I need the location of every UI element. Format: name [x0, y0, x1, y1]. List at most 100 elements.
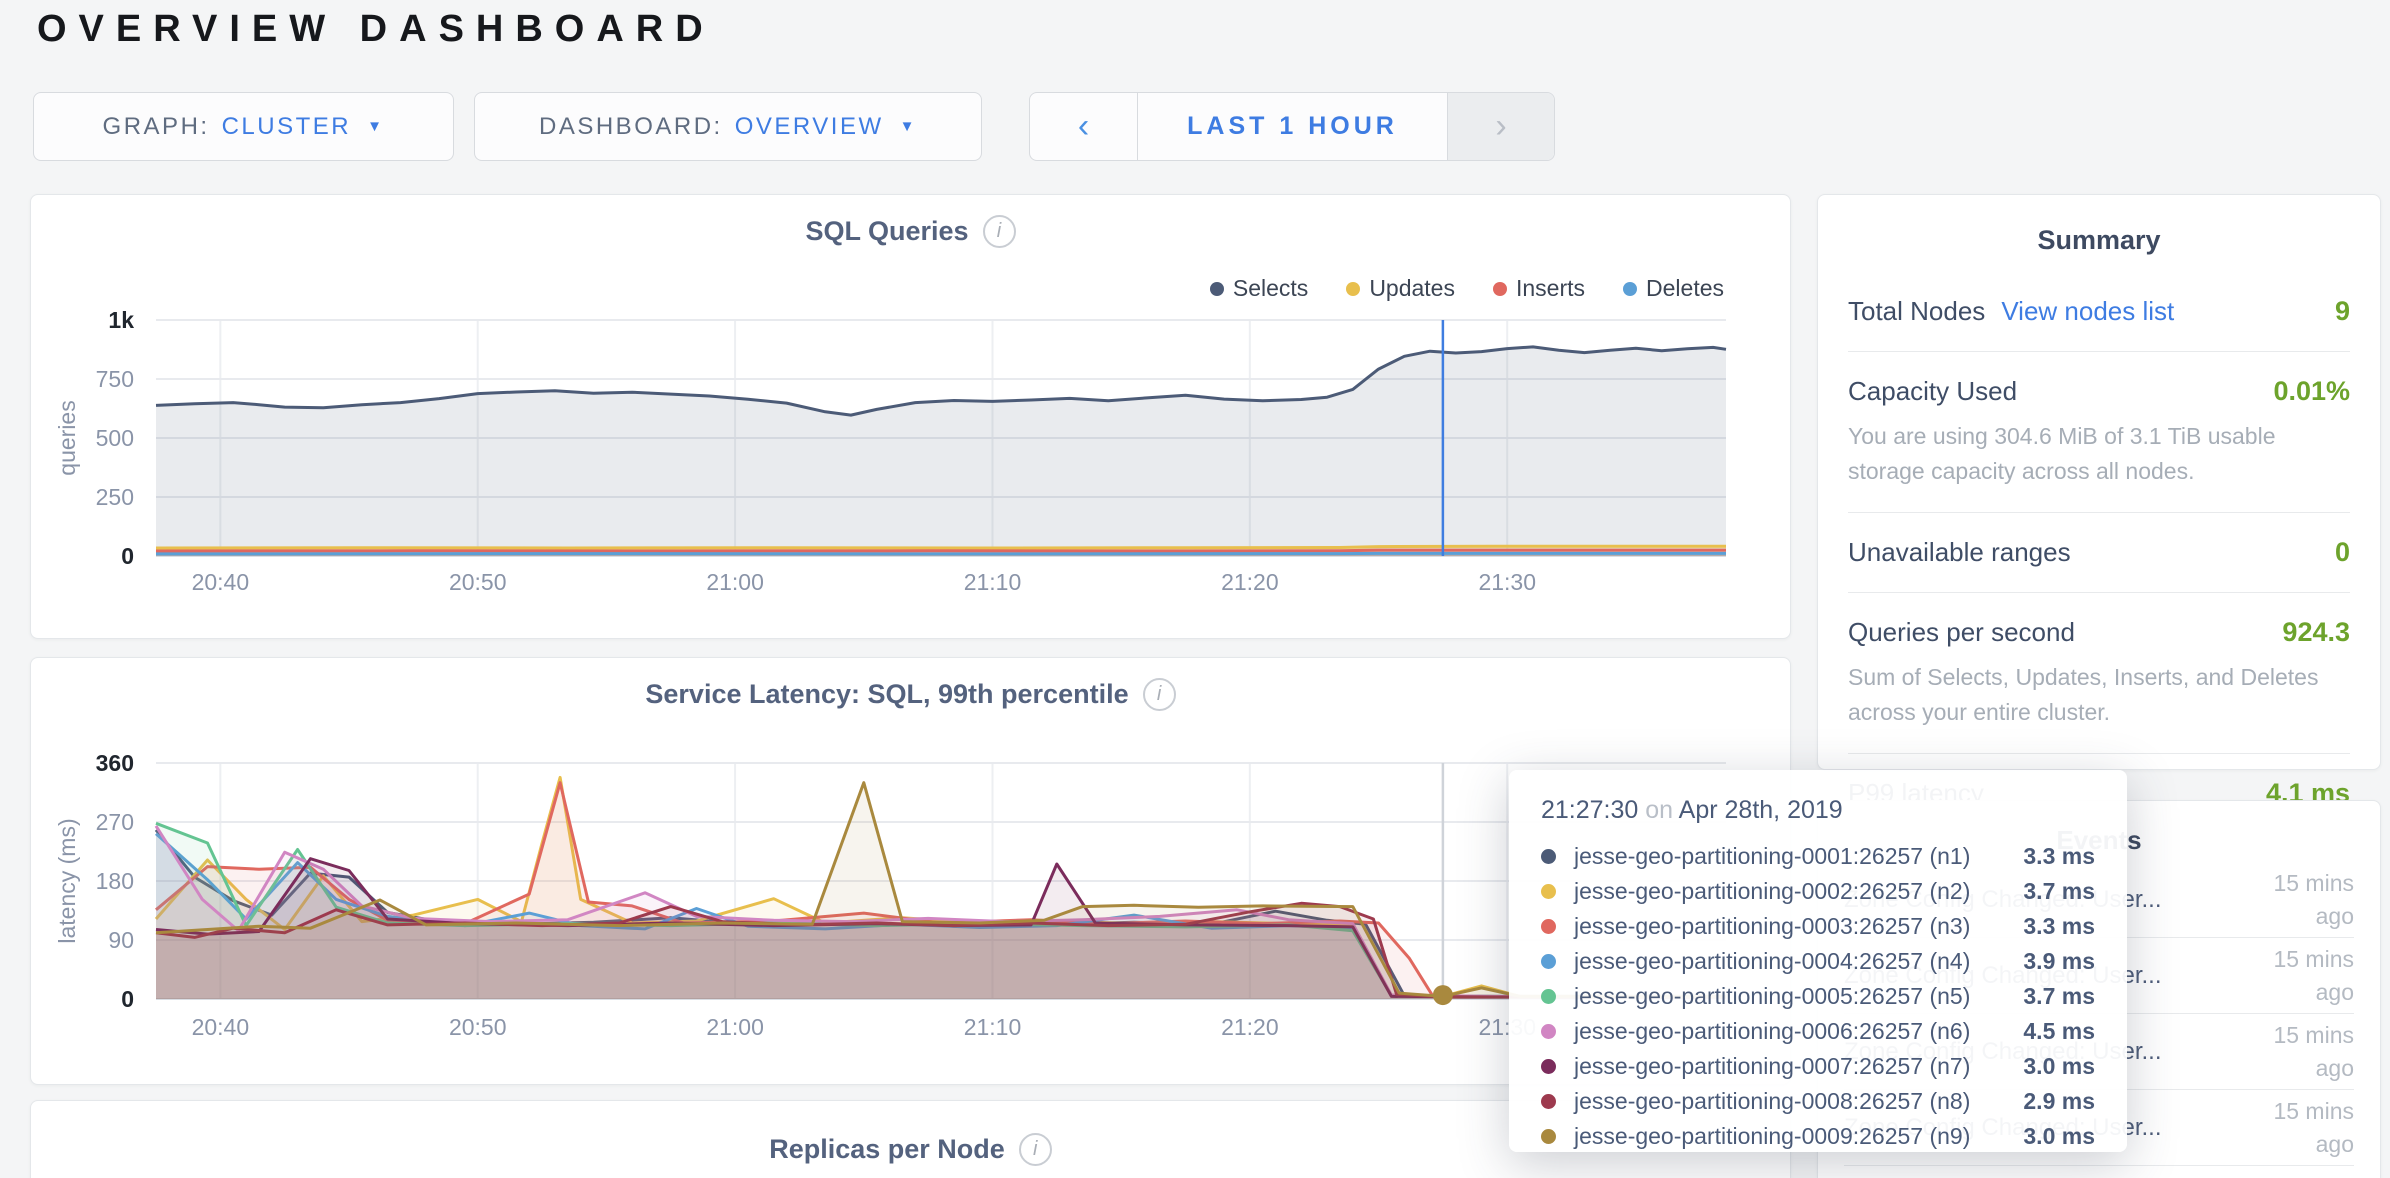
summary-row: Queries per second 924.3 Sum of Selects, U… [1848, 593, 2350, 754]
svg-text:250: 250 [96, 484, 134, 510]
summary-rows: Total NodesView nodes list9Capacity Used… [1818, 272, 2380, 833]
page-title: OVERVIEW DASHBOARD [37, 8, 715, 51]
svg-text:21:00: 21:00 [706, 1014, 764, 1040]
chevron-down-icon: ▼ [900, 118, 917, 135]
svg-text:270: 270 [96, 809, 134, 835]
svg-text:90: 90 [108, 927, 134, 953]
node-color-dot-icon [1541, 919, 1556, 934]
tooltip-node-name: jesse-geo-partitioning-0001:26257 (n1) [1574, 843, 2003, 870]
svg-text:0: 0 [121, 986, 134, 1012]
summary-row-subtext: Sum of Selects, Updates, Inserts, and De… [1848, 660, 2350, 729]
node-color-dot-icon [1541, 1129, 1556, 1144]
node-color-dot-icon [1541, 884, 1556, 899]
svg-text:20:40: 20:40 [192, 569, 250, 595]
svg-text:21:10: 21:10 [964, 1014, 1022, 1040]
summary-row-value: 924.3 [2282, 617, 2350, 648]
tooltip-node-row: jesse-geo-partitioning-0002:26257 (n2)3.… [1541, 874, 2095, 909]
tooltip-node-name: jesse-geo-partitioning-0008:26257 (n8) [1574, 1088, 2003, 1115]
svg-text:21:20: 21:20 [1221, 1014, 1279, 1040]
tooltip-node-row: jesse-geo-partitioning-0004:26257 (n4)3.… [1541, 944, 2095, 979]
summary-panel: Summary Total NodesView nodes list9Capac… [1817, 194, 2381, 770]
replicas-per-node-title: Replicas per Node [769, 1134, 1005, 1165]
node-color-dot-icon [1541, 989, 1556, 1004]
node-color-dot-icon [1541, 1024, 1556, 1039]
summary-row-label: Total Nodes [1848, 296, 1985, 327]
tooltip-rows: jesse-geo-partitioning-0001:26257 (n1)3.… [1541, 839, 2095, 1154]
svg-text:20:40: 20:40 [192, 1014, 250, 1040]
sql-queries-card: SQL Queries i SelectsUpdatesInsertsDelet… [30, 194, 1791, 639]
graph-dropdown-value: CLUSTER [222, 113, 352, 141]
tooltip-node-name: jesse-geo-partitioning-0003:26257 (n3) [1574, 913, 2003, 940]
tooltip-node-name: jesse-geo-partitioning-0005:26257 (n5) [1574, 983, 2003, 1010]
svg-text:21:30: 21:30 [1478, 569, 1536, 595]
info-icon[interactable]: i [1019, 1133, 1052, 1166]
svg-text:750: 750 [96, 366, 134, 392]
tooltip-timestamp: 21:27:30 on Apr 28th, 2019 [1541, 796, 2095, 825]
svg-text:20:50: 20:50 [449, 1014, 507, 1040]
event-timestamp: 15 mins ago [2244, 867, 2354, 931]
svg-text:queries: queries [54, 400, 80, 475]
summary-row-label: Capacity Used [1848, 376, 2017, 407]
tooltip-node-latency: 3.7 ms [2003, 878, 2095, 905]
time-range-next-button[interactable]: › [1447, 93, 1554, 160]
svg-text:500: 500 [96, 425, 134, 451]
event-timestamp: 15 mins ago [2244, 1019, 2354, 1083]
tooltip-node-latency: 3.0 ms [2003, 1123, 2095, 1150]
chevron-down-icon: ▼ [367, 118, 384, 135]
tooltip-node-row: jesse-geo-partitioning-0001:26257 (n1)3.… [1541, 839, 2095, 874]
time-range-label[interactable]: LAST 1 HOUR [1137, 93, 1447, 160]
summary-row: Total NodesView nodes list9 [1848, 272, 2350, 352]
chart-hover-tooltip: 21:27:30 on Apr 28th, 2019 jesse-geo-par… [1509, 770, 2127, 1152]
summary-row: Unavailable ranges 0 [1848, 513, 2350, 593]
tooltip-node-row: jesse-geo-partitioning-0005:26257 (n5)3.… [1541, 979, 2095, 1014]
svg-text:21:00: 21:00 [706, 569, 764, 595]
chevron-right-icon: › [1495, 107, 1506, 146]
svg-text:21:20: 21:20 [1221, 569, 1279, 595]
tooltip-node-name: jesse-geo-partitioning-0009:26257 (n9) [1574, 1123, 2003, 1150]
tooltip-node-latency: 3.3 ms [2003, 843, 2095, 870]
tooltip-node-row: jesse-geo-partitioning-0008:26257 (n8)2.… [1541, 1084, 2095, 1119]
tooltip-node-row: jesse-geo-partitioning-0009:26257 (n9)3.… [1541, 1119, 2095, 1154]
overview-dashboard-page: OVERVIEW DASHBOARD GRAPH: CLUSTER ▼ DASH… [0, 0, 2390, 1178]
tooltip-node-row: jesse-geo-partitioning-0006:26257 (n6)4.… [1541, 1014, 2095, 1049]
svg-text:latency (ms): latency (ms) [54, 818, 80, 943]
node-color-dot-icon [1541, 954, 1556, 969]
node-color-dot-icon [1541, 849, 1556, 864]
event-timestamp: 15 mins ago [2244, 1095, 2354, 1159]
svg-text:20:50: 20:50 [449, 569, 507, 595]
tooltip-node-name: jesse-geo-partitioning-0007:26257 (n7) [1574, 1053, 2003, 1080]
event-timestamp: 15 mins ago [2244, 943, 2354, 1007]
summary-row-label: Queries per second [1848, 617, 2075, 648]
time-range-selector: ‹ LAST 1 HOUR › [1029, 92, 1555, 161]
dashboard-dropdown-label: DASHBOARD: [539, 113, 723, 141]
time-range-prev-button[interactable]: ‹ [1030, 93, 1137, 160]
node-color-dot-icon [1541, 1094, 1556, 1109]
tooltip-node-name: jesse-geo-partitioning-0004:26257 (n4) [1574, 948, 2003, 975]
tooltip-node-row: jesse-geo-partitioning-0003:26257 (n3)3.… [1541, 909, 2095, 944]
tooltip-node-latency: 3.9 ms [2003, 948, 2095, 975]
tooltip-date: Apr 28th, 2019 [1679, 796, 1843, 824]
tooltip-node-latency: 3.3 ms [2003, 913, 2095, 940]
tooltip-node-latency: 3.7 ms [2003, 983, 2095, 1010]
tooltip-time: 21:27:30 [1541, 796, 1638, 824]
view-nodes-list-link[interactable]: View nodes list [2001, 296, 2174, 327]
tooltip-node-name: jesse-geo-partitioning-0002:26257 (n2) [1574, 878, 2003, 905]
graph-dropdown[interactable]: GRAPH: CLUSTER ▼ [33, 92, 454, 161]
tooltip-node-latency: 4.5 ms [2003, 1018, 2095, 1045]
summary-title: Summary [1818, 195, 2380, 272]
summary-row: Capacity Used0.01%You are using 304.6 Mi… [1848, 352, 2350, 513]
svg-text:360: 360 [96, 750, 134, 776]
svg-text:1k: 1k [108, 307, 134, 333]
sql-queries-chart[interactable]: 02505007501k20:4020:5021:0021:1021:2021:… [31, 195, 1790, 638]
summary-row-subtext: You are using 304.6 MiB of 3.1 TiB usabl… [1848, 419, 2350, 488]
tooltip-node-latency: 2.9 ms [2003, 1088, 2095, 1115]
tooltip-node-latency: 3.0 ms [2003, 1053, 2095, 1080]
svg-text:180: 180 [96, 868, 134, 894]
svg-text:0: 0 [121, 543, 134, 569]
summary-row-label: Unavailable ranges [1848, 537, 2071, 568]
dashboard-dropdown[interactable]: DASHBOARD: OVERVIEW ▼ [474, 92, 982, 161]
summary-row-value: 0 [2335, 537, 2350, 568]
node-color-dot-icon [1541, 1059, 1556, 1074]
tooltip-on: on [1645, 796, 1673, 824]
dashboard-dropdown-value: OVERVIEW [735, 113, 884, 141]
